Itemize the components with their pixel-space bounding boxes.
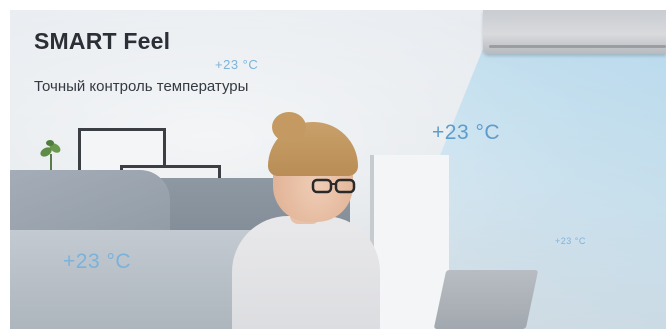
banner-subtitle: Точный контроль температуры [34,78,249,95]
hair-bun [272,112,306,142]
doorframe [370,155,449,329]
banner-photo [10,10,666,329]
woman-sweater [232,216,380,329]
temperature-label: +23 °C [555,236,586,246]
air-conditioner-vent [489,45,666,48]
temperature-label: +23 °C [215,57,259,72]
air-conditioner-unit [483,10,666,54]
temperature-label: +23 °C [432,121,501,144]
plant-icon [40,140,61,172]
banner-title: SMART Feel [34,28,171,54]
banner-frame: +23 °C +23 °C +23 °C +23 °C SMART Feel Т… [0,0,666,329]
glasses-icon [311,178,356,194]
temperature-label: +23 °C [63,250,132,273]
laptop [433,270,539,329]
